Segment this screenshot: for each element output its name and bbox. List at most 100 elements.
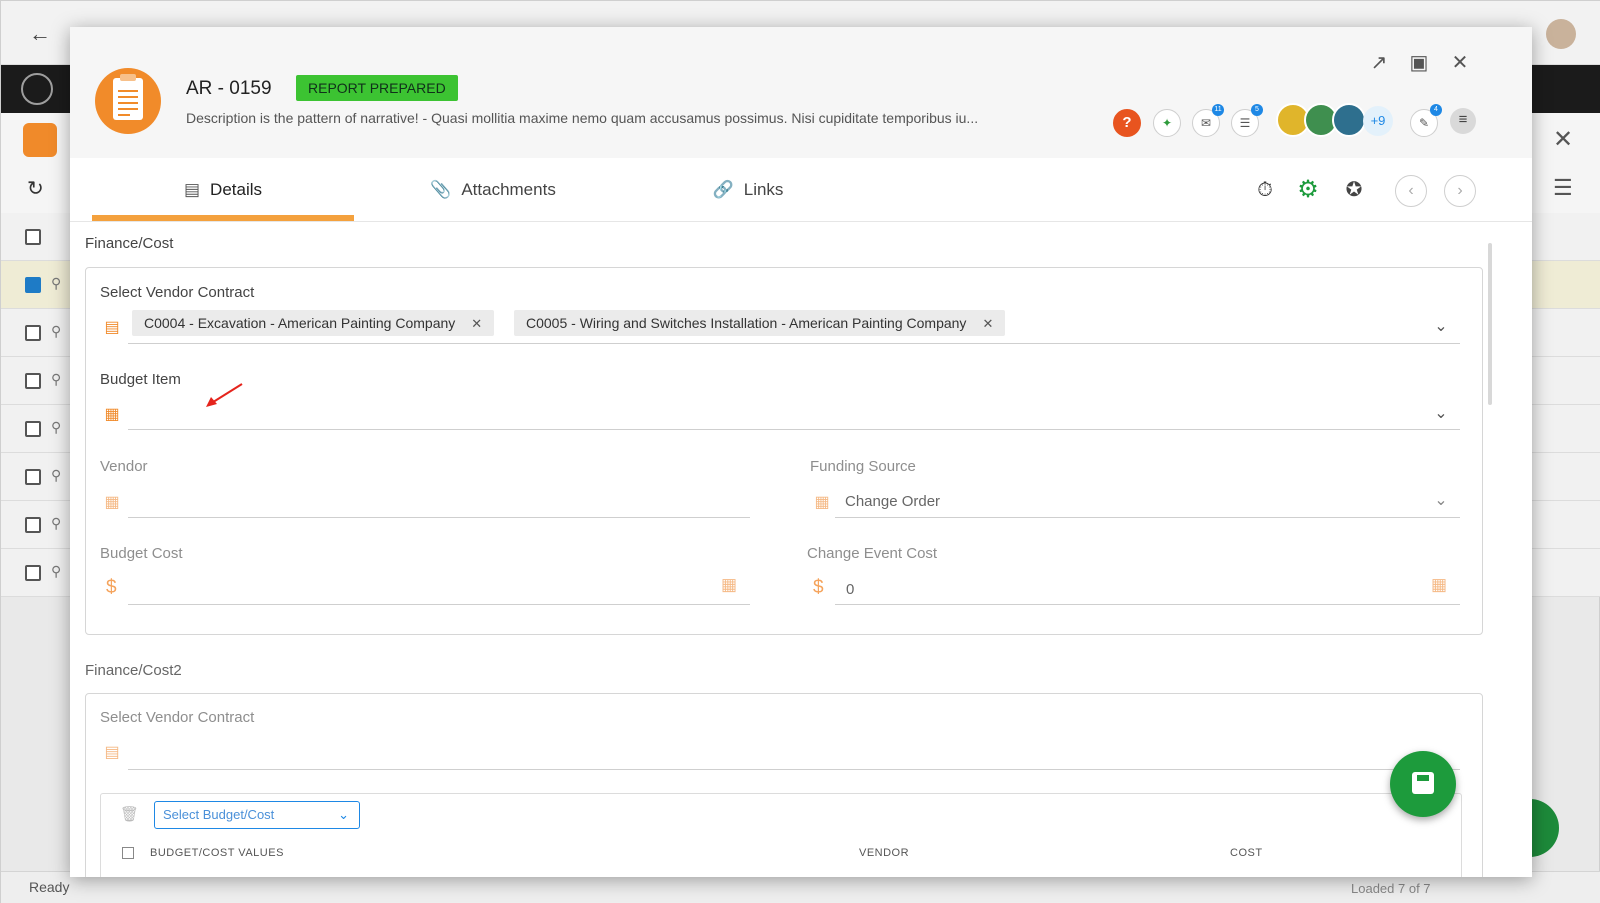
field-label: Budget Item [100,371,181,388]
record-description: Description is the pattern of narrative!… [186,110,979,126]
funding-source-value[interactable]: Change Order [845,493,940,510]
vendor-contract-chip[interactable]: C0004 - Excavation - American Painting C… [132,310,495,336]
tab-label: Links [743,180,784,199]
budget-item-select[interactable] [128,395,1460,429]
field-underline [835,604,1460,605]
save-disk-icon [1412,772,1434,794]
tab-label: Details [210,180,263,199]
field-underline [128,769,1460,770]
row-checkbox[interactable] [25,373,41,389]
modal-body: Finance/Cost Select Vendor Contract ▤ C0… [70,223,1532,877]
timer-icon[interactable]: ⏱ [1250,175,1280,205]
maximize-icon[interactable]: ▣ [1407,51,1431,75]
store-icon: ▦ [104,494,120,511]
previous-record-button[interactable]: ‹ [1395,175,1427,207]
tab-details[interactable]: ▤ Details [92,158,354,222]
user-avatar[interactable] [1546,19,1576,49]
section-title: Finance/Cost [85,235,174,252]
field-underline [128,604,750,605]
funding-source-icon: ▦ [814,494,830,511]
dollar-icon: $ [813,577,824,598]
tab-attachments[interactable]: 📎 Attachments [388,158,598,222]
active-tab-indicator [92,215,354,221]
chip-label: C0004 - Excavation - American Painting C… [144,315,456,331]
location-pin-icon: ⚲ [51,467,62,483]
avatar[interactable] [1332,103,1366,137]
modal-header: AR - 0159 REPORT PREPARED Description is… [70,27,1532,158]
tab-links[interactable]: 🔗 Links [678,158,818,222]
chevron-down-icon: ⌄ [338,807,349,822]
field-underline [128,517,750,518]
field-underline [128,343,1460,344]
calculator-icon[interactable]: ▦ [720,575,738,595]
chip-label: C0005 - Wiring and Switches Installation… [526,315,967,331]
help-icon[interactable]: ? [1113,109,1141,137]
loaded-count: Loaded 7 of 7 [1351,881,1431,896]
tasks-badge: 5 [1251,104,1263,116]
select-budget-dropdown[interactable]: Select Budget/Cost ⌄ [154,801,360,829]
status-text: Ready [29,879,70,895]
chip-remove-icon[interactable]: ✕ [471,316,482,331]
budget-doc-icon: ▦ [104,406,120,423]
select-all-checkbox[interactable] [122,847,134,859]
trash-icon[interactable]: 🗑 [120,805,139,823]
chevron-down-icon[interactable]: ⌄ [1431,491,1451,511]
location-pin-icon: ⚲ [51,515,62,531]
row-checkbox[interactable] [25,277,41,293]
field-label: Select Vendor Contract [100,709,255,726]
comments-badge: 4 [1430,104,1442,116]
chip-remove-icon[interactable]: ✕ [982,316,993,331]
row-checkbox[interactable] [25,421,41,437]
tasks-icon[interactable]: ☰ 5 [1231,104,1263,137]
save-button[interactable] [1390,751,1456,817]
chevron-down-icon[interactable]: ⌄ [1431,404,1451,424]
paperclip-icon: 📎 [430,180,452,199]
field-underline [128,429,1460,430]
comments-icon[interactable]: ✎ 4 [1410,104,1442,137]
row-checkbox[interactable] [25,469,41,485]
gear-icon[interactable]: ⚙ [1293,175,1323,205]
notifications-icon[interactable]: ✉ 11 [1192,104,1224,137]
location-pin-icon: ⚲ [51,275,62,291]
row-checkbox[interactable] [25,325,41,341]
link-icon: 🔗 [712,180,734,199]
field-label: Select Vendor Contract [100,284,255,301]
annotation-arrow [206,383,243,407]
bg-module-icon [23,123,57,157]
row-checkbox[interactable] [25,565,41,581]
vendor-contract-chip[interactable]: C0005 - Wiring and Switches Installation… [514,310,1006,336]
column-header: VENDOR [859,847,910,859]
more-users-badge[interactable]: +9 [1363,106,1393,136]
budget-cost-input[interactable] [128,573,708,603]
refresh-icon[interactable]: ↻ [27,176,44,201]
row-checkbox[interactable] [25,229,41,245]
back-arrow-icon[interactable]: ← [29,21,51,47]
workflow-icon[interactable]: ✦ [1153,109,1181,137]
bg-menu-icon[interactable]: ☰ [1553,175,1573,201]
hamburger-menu-icon[interactable]: ≡ [1450,108,1476,134]
contract-icon: ▤ [104,319,120,336]
bg-close-icon[interactable]: ✕ [1553,125,1573,154]
chevron-down-icon[interactable]: ⌄ [1431,317,1451,337]
field-label: Funding Source [810,458,916,475]
field-label: Budget Cost [100,545,183,562]
open-external-icon[interactable]: ↗ [1367,51,1391,75]
column-header: BUDGET/COST VALUES [150,847,284,859]
location-pin-icon: ⚲ [51,563,62,579]
row-checkbox[interactable] [25,517,41,533]
notifications-badge: 11 [1212,104,1224,116]
section-title: Finance/Cost2 [85,662,182,679]
field-label: Change Event Cost [807,545,938,562]
dollar-icon: $ [106,577,117,598]
contract-icon: ▤ [104,744,120,761]
calculator-icon[interactable]: ▦ [1430,575,1448,595]
favorite-star-icon[interactable]: ✪ [1339,175,1369,205]
location-pin-icon: ⚲ [51,371,62,387]
scrollbar[interactable] [1488,243,1492,405]
close-icon[interactable]: ✕ [1448,51,1472,75]
location-pin-icon: ⚲ [51,419,62,435]
app-logo-icon[interactable] [21,73,53,105]
field-label: Vendor [100,458,148,475]
change-event-cost-value[interactable]: 0 [846,581,854,598]
next-record-button[interactable]: › [1444,175,1476,207]
